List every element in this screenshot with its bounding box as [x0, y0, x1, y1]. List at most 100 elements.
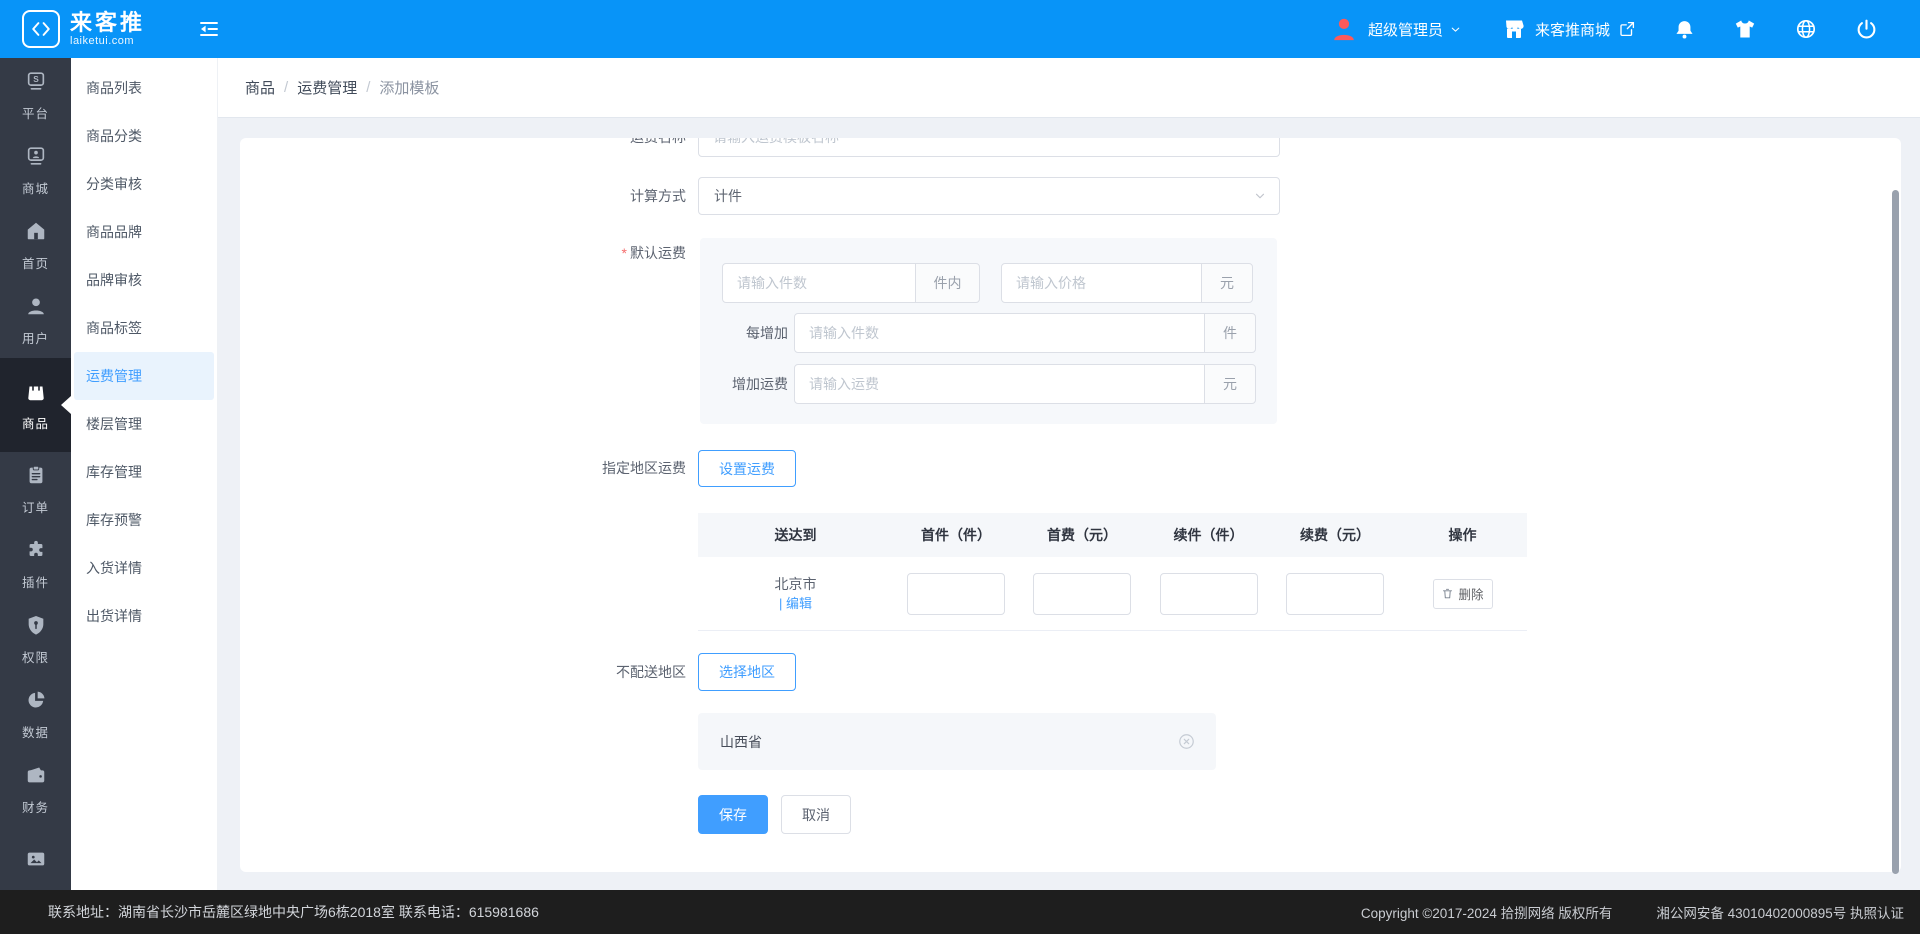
footer-copyright: Copyright ©2017-2024 拾捌网络 版权所有 — [1360, 906, 1613, 921]
brand-logo[interactable]: 来客推 laiketui.com — [22, 10, 145, 48]
default-fee-label: * 默认运费 — [621, 245, 686, 261]
first-price-input[interactable] — [1001, 263, 1202, 303]
sidebar-item-stock-warning[interactable]: 库存预警 — [71, 496, 217, 544]
brand-name: 来客推 — [70, 10, 146, 35]
first-count-input[interactable] — [722, 263, 916, 303]
brand-logo-icon — [22, 10, 60, 48]
cancel-button[interactable]: 取消 — [781, 795, 851, 834]
select-region-button[interactable]: 选择地区 — [698, 653, 796, 691]
sidebar-item-permissions[interactable]: 权限 — [0, 602, 71, 677]
sidebar-item-platform[interactable]: S 平台 — [0, 58, 71, 133]
col-next-fee: 续费（元） — [1300, 527, 1370, 543]
increment-fee-input[interactable] — [794, 364, 1205, 404]
breadcrumb-add-template: 添加模板 — [379, 80, 440, 97]
sidebar-item-plugins[interactable]: 插件 — [0, 527, 71, 602]
sidebar-item-stock-management[interactable]: 库存管理 — [71, 448, 217, 496]
plugin-puzzle-icon — [25, 539, 47, 566]
data-pie-icon — [25, 689, 47, 716]
required-asterisk: * — [621, 245, 627, 261]
region-fee-label: 指定地区运费 — [602, 460, 686, 476]
media-picture-icon — [25, 848, 47, 875]
clipped-form-row: 运费名称 — [240, 138, 1901, 158]
breadcrumb-separator: / — [366, 79, 371, 96]
primary-sidebar: S 平台 商城 首页 用户 商品 订单 插件 权限 数据 财务 — [0, 58, 71, 890]
increment-fee-label: 增加运费 — [732, 376, 788, 392]
finance-wallet-icon — [25, 764, 47, 791]
increment-fee-unit: 元 — [1204, 364, 1256, 404]
edit-region-link[interactable]: | 编辑 — [779, 594, 812, 613]
col-first-count: 首件（件） — [921, 527, 991, 543]
sidebar-item-brand-review[interactable]: 品牌审核 — [71, 256, 217, 304]
user-avatar[interactable] — [1330, 15, 1358, 43]
excluded-region-item: 山西省 — [698, 713, 1216, 770]
first-count-unit: 件内 — [915, 263, 980, 303]
shop-shirt-icon[interactable] — [1733, 17, 1757, 41]
calc-method-label: 计算方式 — [630, 188, 686, 204]
save-button[interactable]: 保存 — [698, 795, 768, 834]
col-first-fee: 首费（元） — [1047, 527, 1117, 543]
chevron-down-icon — [1449, 23, 1462, 36]
sidebar-item-home[interactable]: 首页 — [0, 208, 71, 283]
mall-card-icon — [25, 145, 47, 172]
no-delivery-label: 不配送地区 — [616, 664, 686, 680]
breadcrumb-goods[interactable]: 商品 — [245, 77, 275, 98]
platform-badge-icon: S — [25, 70, 47, 97]
next-count-cell-input[interactable] — [1159, 572, 1258, 615]
footer-beian: 湘公网安备 43010402000895号 执照认证 — [1656, 906, 1904, 921]
sidebar-item-freight-management[interactable]: 运费管理 — [74, 352, 214, 400]
sidebar-item-goods-tags[interactable]: 商品标签 — [71, 304, 217, 352]
user-role-dropdown[interactable]: 超级管理员 — [1368, 19, 1443, 40]
sidebar-item-users[interactable]: 用户 — [0, 283, 71, 358]
sidebar-item-inbound-detail[interactable]: 入货详情 — [71, 544, 217, 592]
topbar: 来客推 laiketui.com 超级管理员 来客推商城 — [0, 0, 1920, 58]
sidebar-item-goods-list[interactable]: 商品列表 — [71, 64, 217, 112]
active-section-notch — [61, 396, 71, 414]
calc-method-select[interactable]: 计件 — [698, 177, 1280, 215]
breadcrumb-freight[interactable]: 运费管理 — [297, 77, 357, 98]
permission-shield-icon — [25, 614, 47, 641]
remove-region-icon[interactable] — [1177, 732, 1196, 751]
calc-method-value: 计件 — [714, 188, 742, 204]
shop-link[interactable]: 来客推商城 — [1535, 19, 1610, 40]
next-fee-cell-input[interactable] — [1286, 572, 1384, 615]
default-fee-row-first: 件内 元 — [722, 263, 1253, 303]
external-link-icon[interactable] — [1618, 20, 1636, 38]
delete-row-button[interactable]: 删除 — [1432, 578, 1493, 609]
sidebar-item-orders[interactable]: 订单 — [0, 452, 71, 527]
table-header-row: 送达到 首件（件） 首费（元） 续件（件） 续费（元） 操作 — [698, 513, 1527, 557]
breadcrumb-separator: / — [284, 79, 289, 96]
goods-bag-icon — [24, 378, 48, 407]
col-deliver-to: 送达到 — [774, 527, 817, 543]
increment-unit: 件 — [1204, 313, 1256, 353]
sidebar-item-category-review[interactable]: 分类审核 — [71, 160, 217, 208]
region-fee-table: 送达到 首件（件） 首费（元） 续件（件） 续费（元） 操作 北京市 | 编辑 — [698, 513, 1527, 631]
sidebar-item-finance[interactable]: 财务 — [0, 752, 71, 827]
brand-subtitle: laiketui.com — [70, 35, 135, 47]
sidebar-item-mall[interactable]: 商城 — [0, 133, 71, 208]
set-fee-button[interactable]: 设置运费 — [698, 450, 796, 487]
first-fee-cell-input[interactable] — [1033, 572, 1131, 615]
sidebar-item-outbound-detail[interactable]: 出货详情 — [71, 592, 217, 640]
table-row: 北京市 | 编辑 删除 — [698, 557, 1527, 631]
sidebar-item-data[interactable]: 数据 — [0, 677, 71, 752]
sidebar-item-media[interactable] — [0, 827, 71, 890]
increment-label: 每增加 — [746, 325, 788, 341]
topbar-right: 超级管理员 来客推商城 — [1330, 0, 1920, 58]
freight-name-input[interactable] — [698, 138, 1280, 157]
notifications-bell-icon[interactable] — [1673, 18, 1696, 41]
admin-page: 来客推 laiketui.com 超级管理员 来客推商城 S 平台 商城 首页 … — [0, 0, 1920, 934]
sidebar-item-goods-brand[interactable]: 商品品牌 — [71, 208, 217, 256]
col-next-count: 续件（件） — [1173, 527, 1244, 543]
footer-contact: 联系地址：湖南省长沙市岳麓区绿地中央广场6栋2018室 联系电话：6159816… — [48, 904, 539, 920]
home-icon — [25, 220, 47, 247]
first-count-cell-input[interactable] — [907, 572, 1005, 615]
sidebar-collapse-icon[interactable] — [196, 17, 222, 41]
power-logout-icon[interactable] — [1855, 18, 1878, 41]
increment-count-input[interactable] — [794, 313, 1205, 353]
scrollbar-thumb[interactable] — [1892, 190, 1899, 874]
sidebar-item-floor-management[interactable]: 楼层管理 — [71, 400, 217, 448]
region-name: 北京市 — [774, 575, 817, 592]
secondary-sidebar: 商品列表 商品分类 分类审核 商品品牌 品牌审核 商品标签 运费管理 楼层管理 … — [71, 58, 218, 890]
globe-icon[interactable] — [1794, 17, 1818, 41]
sidebar-item-goods-category[interactable]: 商品分类 — [71, 112, 217, 160]
